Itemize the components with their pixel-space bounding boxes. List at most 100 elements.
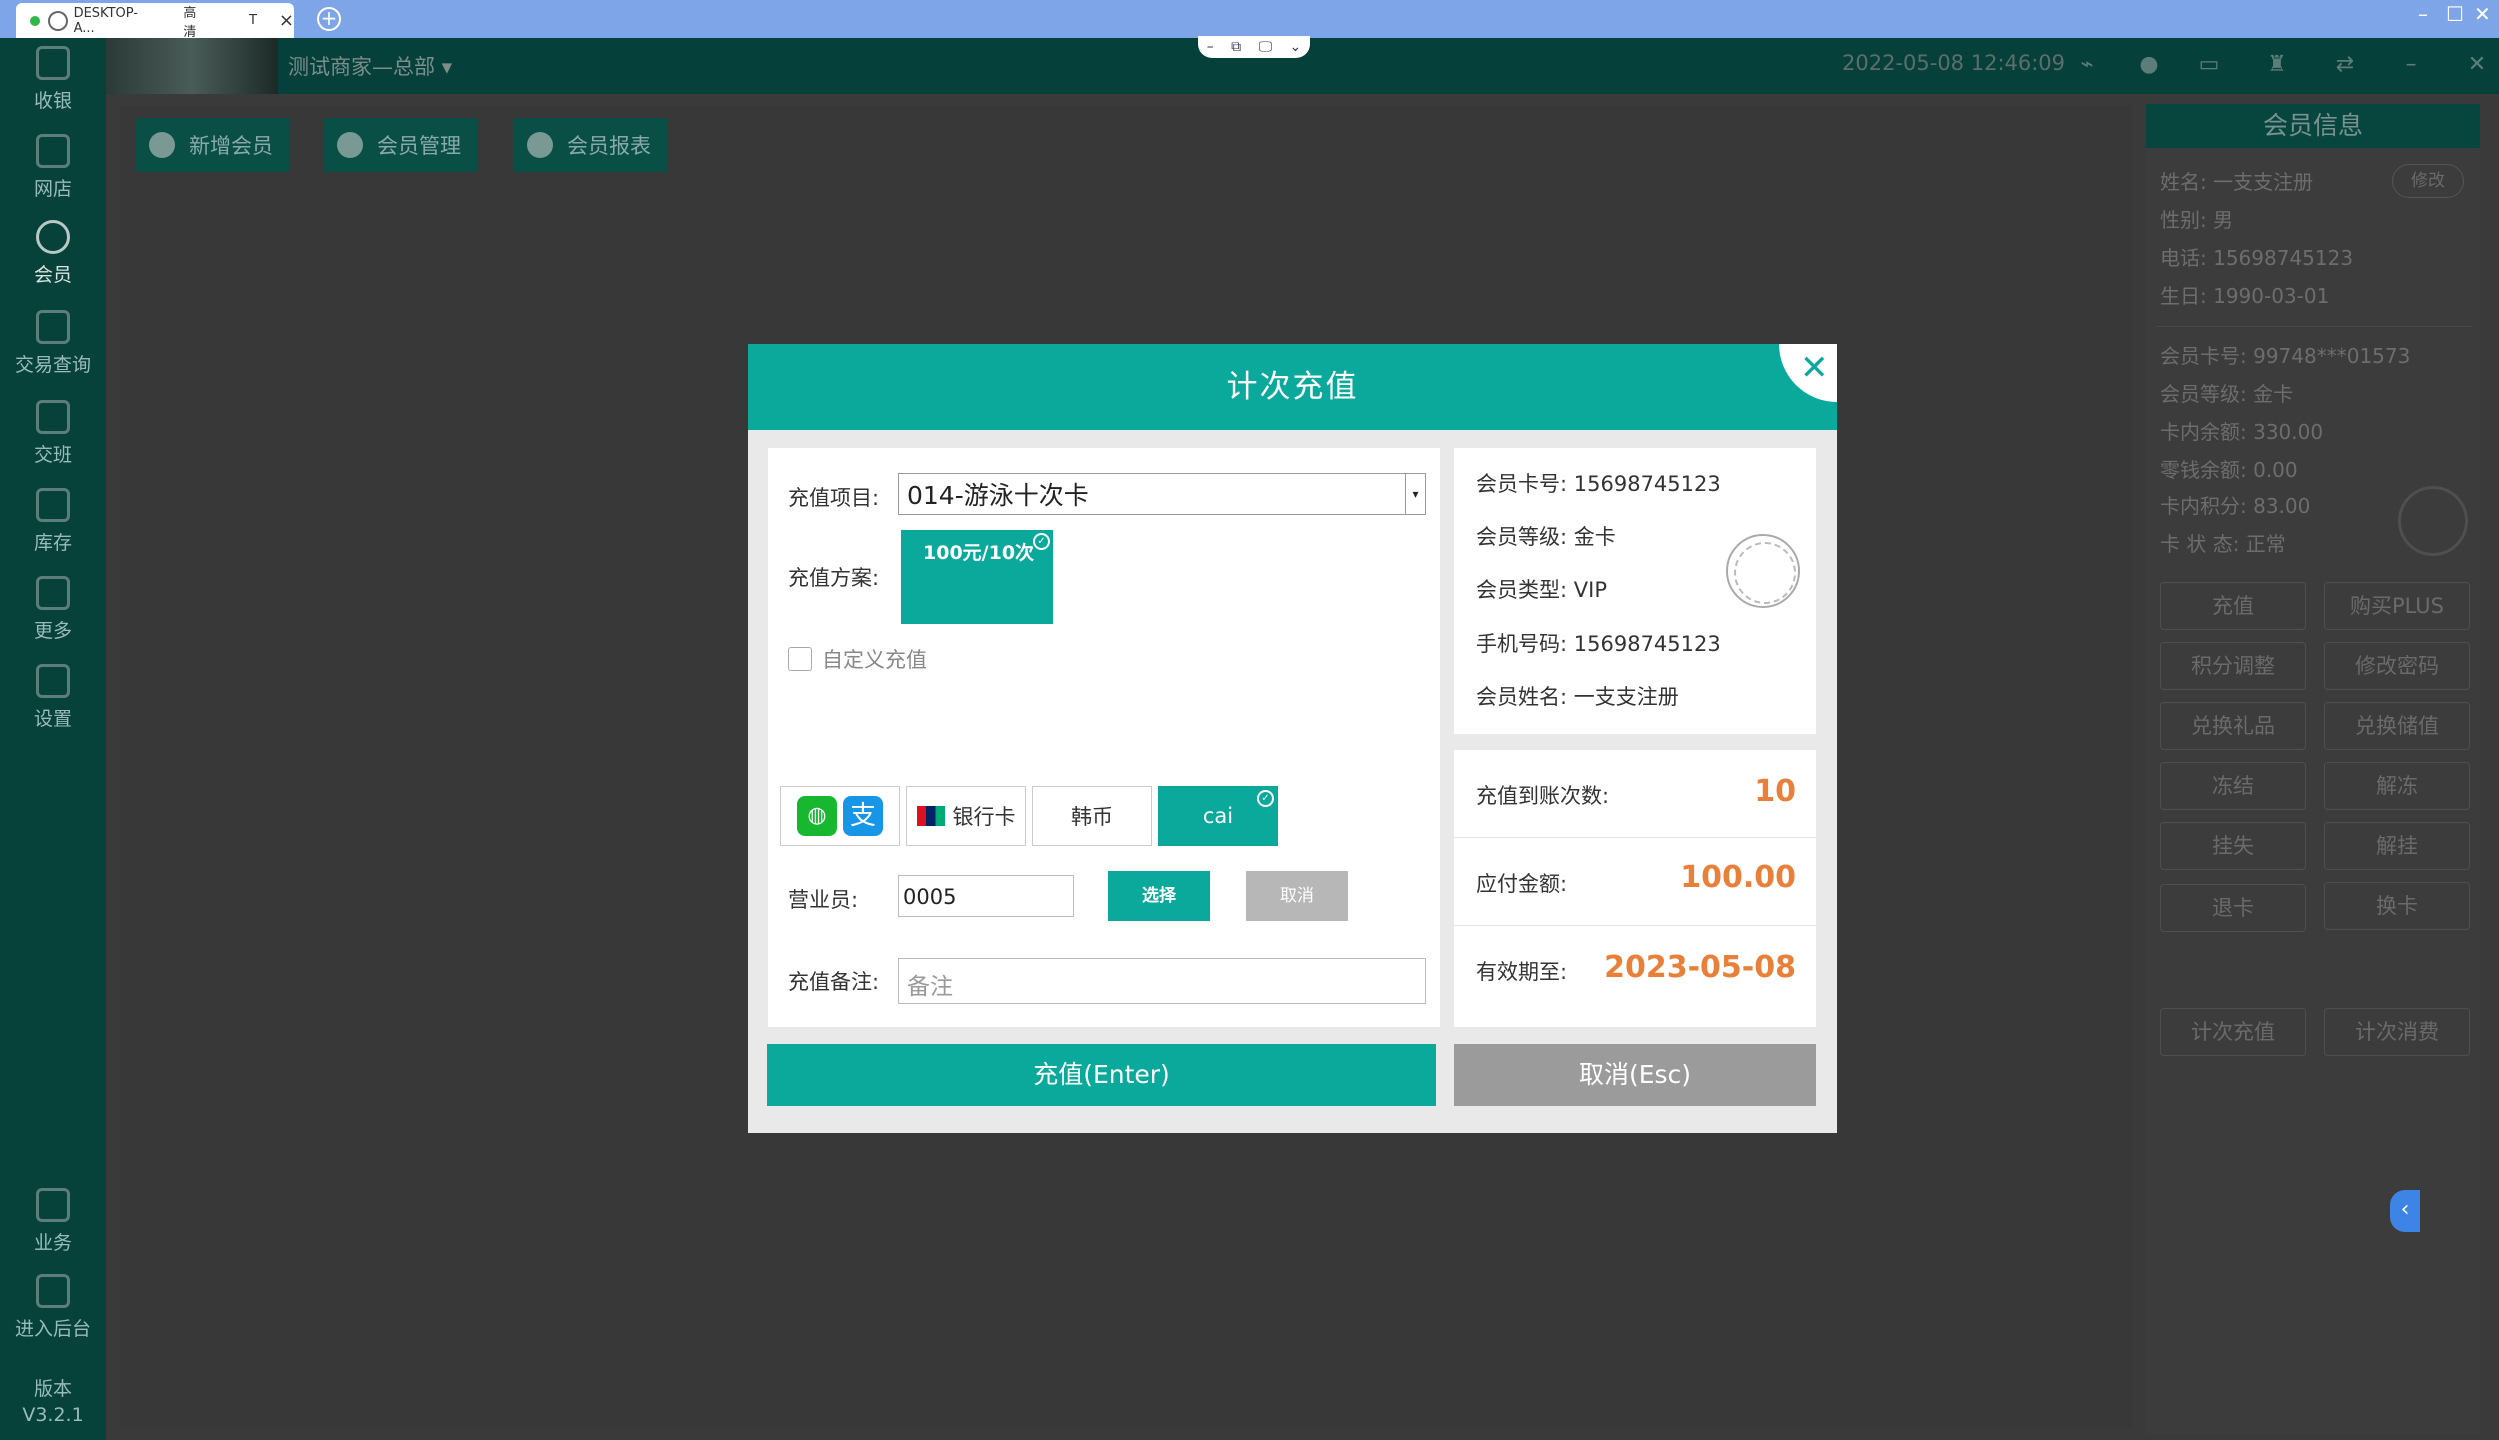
edit-member-button[interactable]: 修改 bbox=[2392, 164, 2464, 198]
message-icon[interactable]: ▭ bbox=[2196, 52, 2222, 78]
pay-bankcard-button[interactable]: 银行卡 bbox=[906, 786, 1026, 846]
window-maximize-icon[interactable]: ☐ bbox=[2446, 2, 2464, 26]
window-close-icon[interactable]: ✕ bbox=[2474, 2, 2491, 26]
tab-t-label[interactable]: T bbox=[249, 13, 257, 28]
replace-card-button[interactable]: 换卡 bbox=[2324, 882, 2470, 930]
pay-wechat-alipay-button[interactable]: ◍ 支 bbox=[780, 786, 900, 846]
chevron-down-icon[interactable]: ⌄ bbox=[1290, 39, 1302, 55]
freeze-button[interactable]: 冻结 bbox=[2160, 762, 2306, 810]
korean-won-label: 韩币 bbox=[1071, 805, 1113, 829]
pay-korean-won-button[interactable]: 韩币 bbox=[1032, 786, 1152, 846]
pay-cai-button[interactable]: cai ✓ bbox=[1158, 786, 1278, 846]
cancel-loss-button[interactable]: 解挂 bbox=[2324, 822, 2470, 870]
display-icon[interactable]: 🖵 bbox=[1259, 39, 1273, 55]
remote-control-dropdown[interactable]: – ⧉ 🖵 ⌄ bbox=[1198, 36, 1310, 58]
sidebar-item-label: 设置 bbox=[33, 708, 72, 730]
member-management-label: 会员管理 bbox=[377, 134, 461, 158]
return-card-button[interactable]: 退卡 bbox=[2160, 884, 2306, 932]
recharge-summary-panel: 充值到账次数: 10 应付金额: 100.00 有效期至: 2023-05-08 bbox=[1454, 750, 1816, 1027]
cancel-dialog-button[interactable]: 取消(Esc) bbox=[1454, 1044, 1816, 1106]
report-loss-button[interactable]: 挂失 bbox=[2160, 822, 2306, 870]
buy-plus-button[interactable]: 购买PLUS bbox=[2324, 582, 2470, 630]
version-info: 版本 V3.2.1 bbox=[0, 1376, 106, 1428]
unionpay-icon bbox=[916, 806, 945, 826]
add-tab-button[interactable]: + bbox=[317, 7, 341, 31]
add-member-label: 新增会员 bbox=[189, 134, 273, 158]
business-icon bbox=[36, 1188, 70, 1222]
custom-recharge-checkbox[interactable]: 自定义充值 bbox=[788, 644, 927, 674]
store-selector[interactable]: 测试商家—总部 ▾ bbox=[288, 51, 452, 81]
recharge-button[interactable]: 充值 bbox=[2160, 582, 2306, 630]
sidebar-item-label: 网店 bbox=[33, 178, 72, 200]
member-management-button[interactable]: 会员管理 bbox=[323, 118, 477, 172]
divider bbox=[2156, 326, 2472, 327]
member-name: 姓名: 一支支注册 bbox=[2160, 170, 2314, 194]
member-phone: 电话: 15698745123 bbox=[2160, 246, 2354, 270]
redeem-gift-button[interactable]: 兑换礼品 bbox=[2160, 702, 2306, 750]
amount-due-value: 100.00 bbox=[1680, 860, 1796, 895]
close-tab-icon[interactable]: × bbox=[279, 10, 294, 31]
sidebar-item-backend[interactable]: 进入后台 bbox=[0, 1274, 106, 1341]
select-staff-button[interactable]: 选择 bbox=[1108, 871, 1210, 921]
redeem-stored-value-button[interactable]: 兑换储值 bbox=[2324, 702, 2470, 750]
sidebar-item-inventory[interactable]: 库存 bbox=[0, 488, 106, 555]
member-stamp-icon bbox=[1726, 534, 1800, 608]
member-info-panel: 会员信息 修改 姓名: 一支支注册 性别: 男 电话: 15698745123 … bbox=[2146, 104, 2480, 1434]
info-member-name: 会员姓名: 一支支注册 bbox=[1476, 685, 1679, 709]
change-password-button[interactable]: 修改密码 bbox=[2324, 642, 2470, 690]
check-icon: ✓ bbox=[1257, 790, 1274, 807]
minimize-icon[interactable]: – bbox=[2398, 52, 2424, 78]
sidebar-item-shop[interactable]: 网店 bbox=[0, 134, 106, 201]
points-adjust-button[interactable]: 积分调整 bbox=[2160, 642, 2306, 690]
dialog-title: 计次充值 bbox=[748, 344, 1837, 430]
unfreeze-button[interactable]: 解冻 bbox=[2324, 762, 2470, 810]
recharge-count-label: 充值到账次数: bbox=[1476, 784, 1610, 808]
quality-label[interactable]: 高清 bbox=[183, 2, 209, 40]
sidebar-item-business[interactable]: 业务 bbox=[0, 1188, 106, 1255]
info-member-level: 会员等级: 金卡 bbox=[1476, 525, 1616, 549]
sidebar-item-member[interactable]: 会员 bbox=[0, 220, 106, 287]
sidebar-item-transaction[interactable]: 交易查询 bbox=[0, 310, 106, 377]
sidebar-item-cashier[interactable]: 收银 bbox=[0, 46, 106, 113]
swap-icon[interactable]: ⇄ bbox=[2332, 52, 2358, 78]
member-summary-panel: 会员卡号: 15698745123 会员等级: 金卡 会员类型: VIP 手机号… bbox=[1454, 448, 1816, 734]
collapse-panel-button[interactable]: ‹ bbox=[2390, 1190, 2420, 1232]
member-icon bbox=[36, 220, 70, 254]
sidebar-item-more[interactable]: 更多 bbox=[0, 576, 106, 643]
minimize-session-icon[interactable]: – bbox=[1207, 39, 1214, 55]
checkbox-icon[interactable] bbox=[788, 647, 812, 671]
wechat-pay-icon: ◍ bbox=[797, 796, 837, 836]
version-number: V3.2.1 bbox=[22, 1404, 84, 1426]
backend-icon bbox=[36, 1274, 70, 1308]
leaf-icon[interactable]: ⌁ bbox=[2074, 52, 2100, 78]
remark-input[interactable]: 备注 bbox=[898, 958, 1426, 1004]
plan-option[interactable]: 100元/10次 ✓ bbox=[901, 530, 1053, 624]
datetime: 2022-05-08 12:46:09 bbox=[1842, 51, 2066, 75]
dropdown-arrow-icon[interactable]: ▾ bbox=[1405, 474, 1425, 514]
remote-session-tab[interactable]: DESKTOP-A... 高清 T × bbox=[16, 2, 294, 40]
sidebar-item-label: 会员 bbox=[33, 264, 72, 286]
sidebar-item-label: 进入后台 bbox=[14, 1318, 91, 1340]
sidebar-item-settings[interactable]: 设置 bbox=[0, 664, 106, 731]
add-member-button[interactable]: 新增会员 bbox=[135, 118, 289, 172]
count-recharge-button[interactable]: 计次充值 bbox=[2160, 1008, 2306, 1056]
member-report-button[interactable]: 会员报表 bbox=[513, 118, 667, 172]
count-consume-button[interactable]: 计次消费 bbox=[2324, 1008, 2470, 1056]
check-icon: ✓ bbox=[1033, 533, 1050, 550]
shift-icon bbox=[36, 400, 70, 434]
network-status-icon: ● bbox=[2139, 52, 2159, 77]
screen-switch-icon[interactable]: ⧉ bbox=[1231, 39, 1241, 55]
card-status: 卡 状 态: 正常 bbox=[2160, 532, 2286, 556]
confirm-recharge-button[interactable]: 充值(Enter) bbox=[767, 1044, 1436, 1106]
plus-circle-icon bbox=[149, 132, 175, 158]
staff-input[interactable]: 0005 bbox=[898, 875, 1074, 917]
globe-icon bbox=[47, 10, 68, 31]
sidebar-item-shift[interactable]: 交班 bbox=[0, 400, 106, 467]
shirt-icon[interactable]: ♜ bbox=[2264, 52, 2290, 78]
valid-until-label: 有效期至: bbox=[1476, 960, 1568, 984]
cancel-staff-button[interactable]: 取消 bbox=[1246, 871, 1348, 921]
close-icon[interactable]: ✕ bbox=[2464, 52, 2490, 78]
window-minimize-icon[interactable]: – bbox=[2418, 2, 2428, 26]
transaction-icon bbox=[36, 310, 70, 344]
project-select[interactable]: 014-游泳十次卡 ▾ bbox=[898, 473, 1426, 515]
